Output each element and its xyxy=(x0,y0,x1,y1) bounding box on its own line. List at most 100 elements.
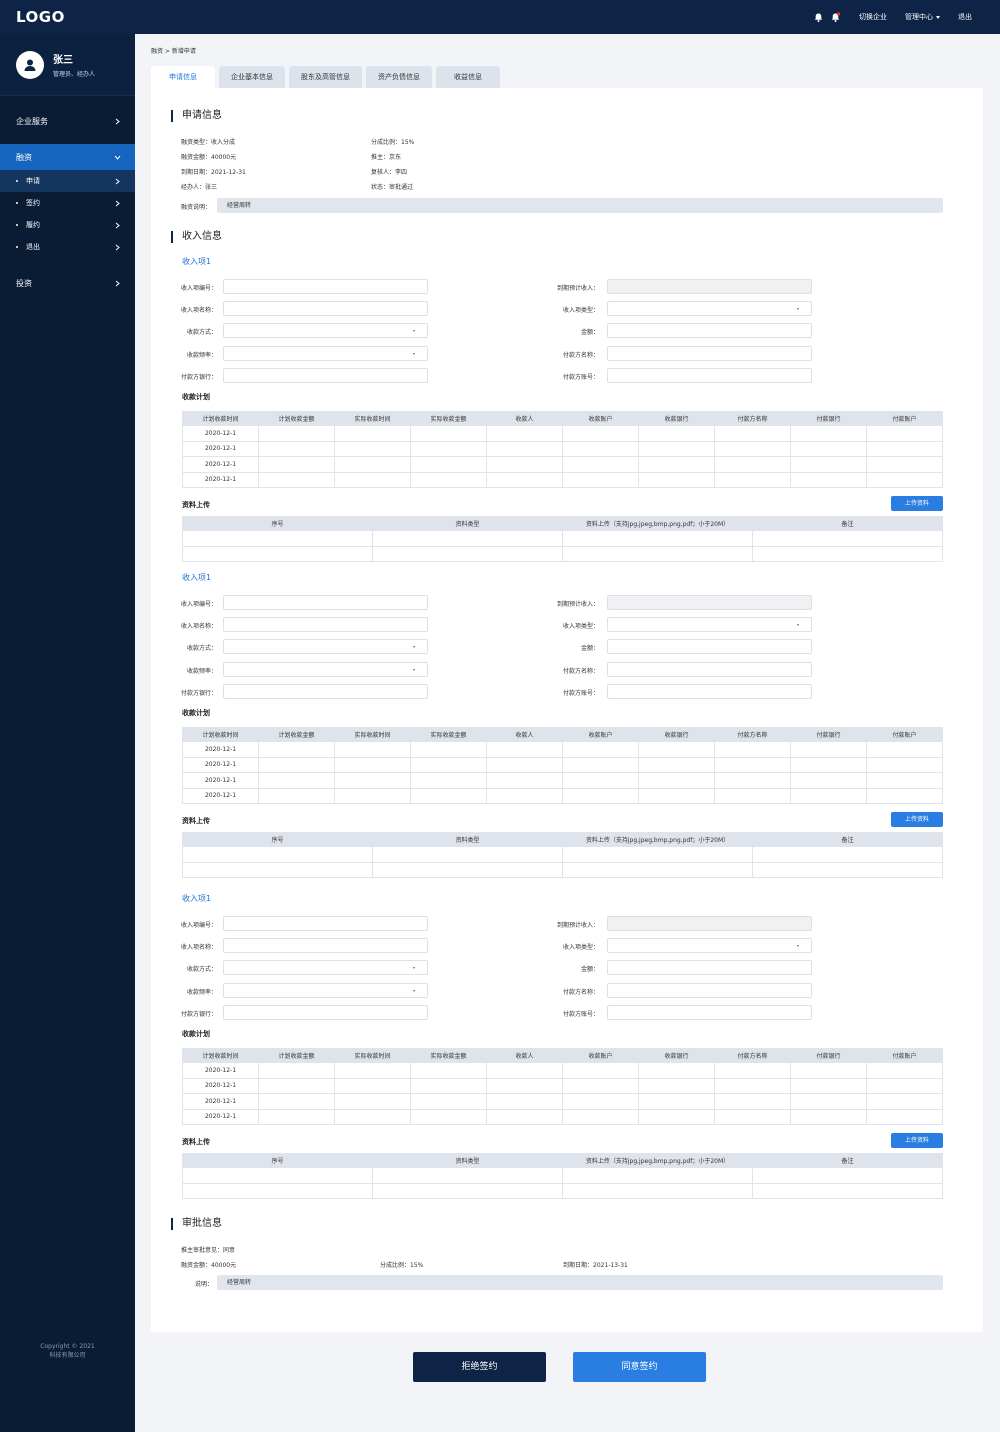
tab-apply-info[interactable]: 申请信息 xyxy=(151,66,215,88)
upload-cell[interactable] xyxy=(752,530,943,547)
plan-cell[interactable] xyxy=(714,787,791,804)
sidebar-subitem-sign[interactable]: 签约 xyxy=(0,192,135,214)
plan-cell[interactable] xyxy=(258,1108,335,1125)
upload-cell[interactable] xyxy=(562,1167,753,1184)
admin-center-menu[interactable]: 管理中心 xyxy=(905,12,940,22)
upload-cell[interactable] xyxy=(182,1167,373,1184)
plan-cell[interactable] xyxy=(714,440,791,457)
plan-cell[interactable] xyxy=(334,1062,411,1079)
plan-cell[interactable] xyxy=(486,1077,563,1094)
sidebar-item-financing[interactable]: 融资 xyxy=(0,144,135,170)
sidebar-subitem-apply[interactable]: 申请 xyxy=(0,170,135,192)
plan-cell[interactable] xyxy=(334,772,411,789)
plan-cell[interactable] xyxy=(638,756,715,773)
collect-frequency-select[interactable] xyxy=(223,983,428,998)
plan-cell[interactable] xyxy=(562,772,639,789)
plan-cell[interactable] xyxy=(790,471,867,488)
notification-bell-icon[interactable] xyxy=(830,11,841,23)
plan-cell[interactable] xyxy=(334,425,411,442)
collect-method-select[interactable] xyxy=(223,639,428,654)
upload-cell[interactable] xyxy=(372,846,563,863)
amount-input[interactable] xyxy=(607,323,812,338)
upload-cell[interactable] xyxy=(182,1182,373,1199)
payer-name-input[interactable] xyxy=(607,983,812,998)
upload-cell[interactable] xyxy=(372,545,563,562)
plan-cell[interactable] xyxy=(638,440,715,457)
reject-sign-button[interactable]: 拒绝签约 xyxy=(413,1352,546,1382)
bell-icon[interactable] xyxy=(813,12,824,23)
collect-frequency-select[interactable] xyxy=(223,662,428,677)
plan-cell[interactable] xyxy=(790,1108,867,1125)
plan-cell[interactable] xyxy=(486,425,563,442)
plan-cell[interactable] xyxy=(562,1077,639,1094)
tab-income-info[interactable]: 收益信息 xyxy=(436,66,500,88)
upload-cell[interactable] xyxy=(372,530,563,547)
plan-cell[interactable] xyxy=(866,1093,943,1110)
plan-cell[interactable] xyxy=(790,425,867,442)
payer-bank-input[interactable] xyxy=(223,684,428,699)
plan-cell[interactable] xyxy=(638,1093,715,1110)
plan-cell[interactable] xyxy=(714,741,791,758)
upload-cell[interactable] xyxy=(562,846,753,863)
plan-cell[interactable] xyxy=(486,471,563,488)
plan-cell[interactable] xyxy=(258,1077,335,1094)
plan-cell[interactable] xyxy=(638,1108,715,1125)
upload-cell[interactable] xyxy=(182,545,373,562)
upload-button[interactable]: 上传资料 xyxy=(891,1133,943,1148)
plan-cell[interactable] xyxy=(334,741,411,758)
plan-cell[interactable] xyxy=(410,1077,487,1094)
upload-cell[interactable] xyxy=(182,530,373,547)
plan-cell[interactable] xyxy=(790,440,867,457)
plan-cell[interactable] xyxy=(486,756,563,773)
plan-cell[interactable] xyxy=(258,1093,335,1110)
plan-cell[interactable] xyxy=(714,425,791,442)
plan-cell[interactable] xyxy=(410,1108,487,1125)
collect-frequency-select[interactable] xyxy=(223,346,428,361)
upload-cell[interactable] xyxy=(372,1182,563,1199)
plan-cell[interactable] xyxy=(410,741,487,758)
plan-cell[interactable] xyxy=(410,425,487,442)
expected-income-input[interactable] xyxy=(607,595,812,610)
plan-cell[interactable] xyxy=(562,471,639,488)
plan-cell[interactable] xyxy=(638,787,715,804)
plan-cell[interactable] xyxy=(714,756,791,773)
logout-link[interactable]: 退出 xyxy=(958,12,972,22)
income-item-name-input[interactable] xyxy=(223,938,428,953)
upload-button[interactable]: 上传资料 xyxy=(891,812,943,827)
sidebar-item-investment[interactable]: 投资 xyxy=(0,270,135,296)
plan-cell[interactable] xyxy=(790,1062,867,1079)
plan-cell[interactable] xyxy=(334,456,411,473)
plan-cell[interactable] xyxy=(866,787,943,804)
plan-cell[interactable] xyxy=(334,1093,411,1110)
upload-button[interactable]: 上传资料 xyxy=(891,496,943,511)
plan-cell[interactable] xyxy=(790,756,867,773)
plan-cell[interactable] xyxy=(866,1062,943,1079)
plan-cell[interactable] xyxy=(790,456,867,473)
plan-cell[interactable] xyxy=(410,440,487,457)
plan-cell[interactable] xyxy=(714,456,791,473)
plan-cell[interactable] xyxy=(258,440,335,457)
switch-company-link[interactable]: 切换企业 xyxy=(859,12,887,22)
plan-cell[interactable] xyxy=(486,741,563,758)
upload-cell[interactable] xyxy=(562,861,753,878)
upload-cell[interactable] xyxy=(562,1182,753,1199)
income-item-name-input[interactable] xyxy=(223,617,428,632)
plan-cell[interactable] xyxy=(334,756,411,773)
expected-income-input[interactable] xyxy=(607,279,812,294)
payer-bank-input[interactable] xyxy=(223,368,428,383)
plan-cell[interactable] xyxy=(714,1077,791,1094)
plan-cell[interactable] xyxy=(258,1062,335,1079)
plan-cell[interactable] xyxy=(486,787,563,804)
sidebar-subitem-exit[interactable]: 退出 xyxy=(0,236,135,258)
plan-cell[interactable] xyxy=(866,741,943,758)
upload-cell[interactable] xyxy=(752,861,943,878)
avatar[interactable] xyxy=(16,50,44,79)
plan-cell[interactable] xyxy=(334,1108,411,1125)
plan-cell[interactable] xyxy=(334,787,411,804)
plan-cell[interactable] xyxy=(638,425,715,442)
payer-account-input[interactable] xyxy=(607,684,812,699)
tab-company-info[interactable]: 企业基本信息 xyxy=(219,66,285,88)
plan-cell[interactable] xyxy=(258,787,335,804)
plan-cell[interactable] xyxy=(790,1077,867,1094)
plan-cell[interactable] xyxy=(410,456,487,473)
